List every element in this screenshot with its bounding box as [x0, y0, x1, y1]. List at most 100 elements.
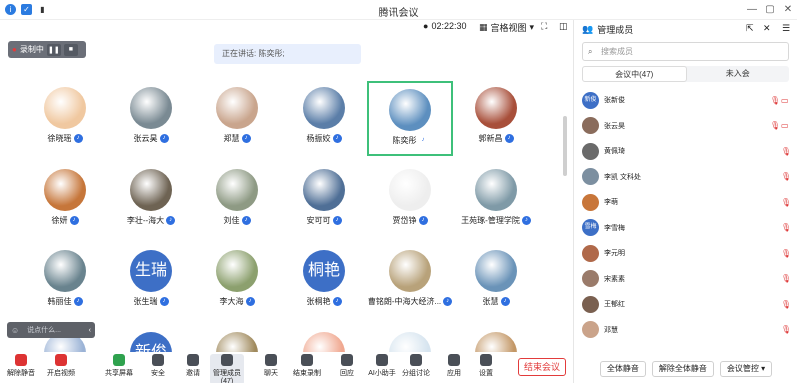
- member-name: 宋素素: [604, 275, 625, 283]
- mic-muted-icon[interactable]: 🎙: [770, 96, 780, 105]
- meeting-control-button[interactable]: 会议管控 ▾: [719, 361, 773, 377]
- fullscreen-icon[interactable]: ⛶: [541, 21, 547, 32]
- video-grid: ● 录制中 ❚❚ ■ 正在讲话: 陈奕彤; 徐晓瑶 ♪ 张云昊 ♪ 郑慧 ♪ 杨振姣 ♪ 陈奕彤…: [0, 36, 573, 374]
- view-switch-button[interactable]: ▦ 宫格视图 ▾: [479, 21, 534, 34]
- menu-icon[interactable]: ☰: [782, 23, 790, 34]
- participant-tile[interactable]: 杨振姣 ♪: [281, 81, 367, 156]
- avatar: 桐艳: [303, 250, 345, 292]
- stop-recording-button[interactable]: ■: [63, 43, 78, 56]
- participant-tile[interactable]: 王苑琢-管理学院 ♪: [453, 163, 539, 238]
- participant-tile[interactable]: 李壮--海大 ♪: [108, 163, 194, 238]
- participant-tile[interactable]: 贾岱铮 ♪: [367, 163, 453, 238]
- participant-tile[interactable]: 张云昊 ♪: [108, 81, 194, 156]
- ai-assistant-icon: [376, 354, 388, 366]
- member-row[interactable]: 李凯 文科处 🎙: [582, 165, 791, 189]
- participant-tile[interactable]: 桐艳 张桐艳 ♪: [281, 244, 367, 319]
- participant-name: 张云昊 ♪: [108, 133, 194, 144]
- popout-icon[interactable]: ⇱: [746, 23, 754, 34]
- mic-muted-icon[interactable]: 🎙: [781, 147, 791, 156]
- participant-name-label: 安可可: [306, 216, 331, 225]
- member-search-input[interactable]: ⌕ 搜索成员: [582, 42, 789, 61]
- toolbar-label: 邀请: [186, 370, 200, 377]
- member-row[interactable]: 李萌 🎙: [582, 190, 791, 214]
- apps-button[interactable]: 应用: [437, 354, 471, 378]
- participant-tile[interactable]: 徐晓瑶 ♪: [22, 81, 108, 156]
- emoji-icon[interactable]: ☺: [11, 326, 19, 335]
- toolbar-label: 结束录制: [293, 370, 321, 377]
- pause-recording-button[interactable]: ❚❚: [46, 43, 61, 56]
- member-row[interactable]: 李元明 🎙: [582, 241, 791, 265]
- breakout-button[interactable]: 分组讨论: [399, 354, 433, 378]
- toolbar-label: 共享屏幕: [105, 370, 133, 377]
- mic-muted-icon[interactable]: 🎙: [781, 300, 791, 309]
- participant-name: 李壮--海大 ♪: [108, 215, 194, 226]
- participant-tile[interactable]: 李大海 ♪: [194, 244, 280, 319]
- mic-icon: ♪: [241, 216, 251, 225]
- participant-name: 曹铭朗-中海大经济... ♪: [367, 296, 453, 307]
- member-avatar: 新俊: [582, 91, 599, 109]
- end-recording-button[interactable]: 结束录制: [290, 354, 324, 378]
- participant-name-label: 张桐艳: [306, 297, 331, 306]
- member-row[interactable]: 黄佩琦 🎙: [582, 139, 791, 163]
- close-icon[interactable]: ✕: [763, 23, 771, 34]
- camera-off-icon[interactable]: ▭: [781, 96, 789, 105]
- participant-name-label: 徐晓瑶: [47, 134, 72, 143]
- participant-tile[interactable]: 刘佳 ♪: [194, 163, 280, 238]
- member-tabs: 会议中(47) 未入会: [582, 66, 789, 82]
- toolbar-label: 设置: [479, 370, 493, 377]
- start-video-button[interactable]: 开启视频: [44, 354, 78, 378]
- tab-not-joined[interactable]: 未入会: [687, 66, 790, 82]
- member-row[interactable]: 雪梅 李雪梅 🎙: [582, 216, 791, 240]
- mic-muted-icon[interactable]: 🎙: [770, 121, 780, 130]
- camera-off-icon[interactable]: ▭: [781, 121, 789, 130]
- participant-tile[interactable]: 徐妍 ♪: [22, 163, 108, 238]
- mic-muted-icon[interactable]: 🎙: [781, 172, 791, 181]
- participant-name-label: 陈奕彤: [392, 136, 417, 145]
- mic-icon: ♪: [73, 297, 83, 306]
- end-meeting-button[interactable]: 结束会议: [518, 358, 566, 376]
- member-row[interactable]: 邓慧 🎙: [582, 318, 791, 342]
- mic-muted-icon[interactable]: 🎙: [781, 274, 791, 283]
- member-row[interactable]: 王郁红 🎙: [582, 292, 791, 316]
- maximize-icon[interactable]: ▢: [763, 3, 777, 17]
- mic-muted-icon[interactable]: 🎙: [781, 249, 791, 258]
- tab-in-meeting[interactable]: 会议中(47): [582, 66, 687, 82]
- member-row[interactable]: 新俊 张新俊 🎙 ▭: [582, 88, 789, 112]
- minimize-icon[interactable]: —: [745, 3, 759, 17]
- mute-all-button[interactable]: 全体静音: [599, 361, 646, 377]
- manage-members-button[interactable]: 管理成员(47): [210, 354, 244, 383]
- ai-assistant-button[interactable]: AI小助手: [365, 354, 399, 378]
- participant-tile[interactable]: 陈奕彤 ♪: [367, 81, 453, 156]
- security-button[interactable]: 安全: [141, 354, 175, 378]
- participant-tile[interactable]: 郑慧 ♪: [194, 81, 280, 156]
- window-title: 腾讯会议: [378, 8, 419, 19]
- member-avatar: [582, 193, 599, 211]
- participant-tile[interactable]: 生瑞 张生瑞 ♪: [108, 244, 194, 319]
- close-icon[interactable]: ✕: [781, 3, 795, 17]
- member-row[interactable]: 宋素素 🎙: [582, 267, 791, 291]
- collapse-icon[interactable]: ‹: [89, 327, 91, 334]
- invite-button[interactable]: 邀请: [176, 354, 210, 378]
- unmute-button[interactable]: 解除静音: [4, 354, 38, 378]
- participant-tile[interactable]: 张慧 ♪: [453, 244, 539, 319]
- participant-name: 郑慧 ♪: [194, 133, 280, 144]
- mic-icon: ♪: [241, 134, 251, 143]
- participant-tile[interactable]: 曹铭朗-中海大经济... ♪: [367, 244, 453, 319]
- mic-muted-icon[interactable]: 🎙: [781, 325, 791, 334]
- participant-tile[interactable]: 安可可 ♪: [281, 163, 367, 238]
- avatar: [303, 87, 345, 129]
- layout-icon[interactable]: ◫: [559, 21, 568, 32]
- toolbar-label: 安全: [151, 370, 165, 377]
- grid-scrollbar[interactable]: [563, 116, 567, 176]
- unmute-all-button[interactable]: 解除全体静音: [651, 361, 714, 377]
- chat-quick-input[interactable]: ☺ 说点什么... ‹: [7, 322, 95, 338]
- member-row[interactable]: 张云昊 🎙 ▭: [582, 114, 789, 138]
- participant-tile[interactable]: 韩丽佳 ♪: [22, 244, 108, 319]
- mic-muted-icon[interactable]: 🎙: [781, 223, 791, 232]
- chat-button[interactable]: 聊天: [254, 354, 288, 378]
- participant-tile[interactable]: 郭新昌 ♪: [453, 81, 539, 156]
- reaction-button[interactable]: 回应: [330, 354, 364, 378]
- mic-muted-icon[interactable]: 🎙: [781, 198, 791, 207]
- settings-button[interactable]: 设置: [469, 354, 503, 378]
- share-screen-button[interactable]: 共享屏幕: [102, 354, 136, 378]
